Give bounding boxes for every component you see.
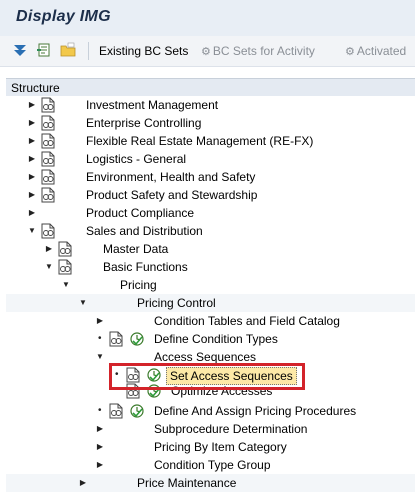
expand-arrow-icon[interactable]: ▶ xyxy=(95,420,105,438)
expand-arrow-icon[interactable]: ▶ xyxy=(95,312,105,330)
structure-label: Structure xyxy=(11,81,60,95)
bc-set-icon: ⚙ xyxy=(345,46,355,58)
annotation-highlight-box xyxy=(109,363,305,390)
execute-clock-icon[interactable] xyxy=(130,404,144,418)
documentation-icon[interactable] xyxy=(41,169,55,185)
tree-label: Define Condition Types xyxy=(154,332,278,346)
tree-label: Pricing By Item Category xyxy=(154,440,287,454)
expand-arrow-icon[interactable]: ▶ xyxy=(95,456,105,474)
collapse-arrow-icon[interactable]: ▼ xyxy=(61,276,71,294)
activated-button[interactable]: ⚙ Activated xyxy=(345,44,406,58)
documentation-icon[interactable] xyxy=(41,187,55,203)
tree-label: Access Sequences xyxy=(154,350,257,364)
tree-label: Price Maintenance xyxy=(137,476,237,490)
collapse-arrow-icon[interactable]: ▼ xyxy=(27,222,37,240)
toolbar-separator xyxy=(88,42,89,60)
tree-label: Condition Tables and Field Catalog xyxy=(154,314,340,328)
tree-row-subprocedure-determination[interactable]: ▶ Subprocedure Determination xyxy=(6,420,415,438)
where-used-icon[interactable] xyxy=(36,42,52,58)
expand-arrow-icon[interactable]: ▶ xyxy=(27,132,37,150)
tree-label: Product Safety and Stewardship xyxy=(86,188,258,202)
tree-row-product-compliance[interactable]: ▶ Product Compliance xyxy=(6,204,415,222)
documentation-icon[interactable] xyxy=(41,115,55,131)
documentation-icon[interactable] xyxy=(109,331,123,347)
tree-row-logistics-general[interactable]: ▶ Logistics - General xyxy=(6,150,415,168)
activated-label: Activated xyxy=(356,44,407,58)
bc-set-icon: ⚙ xyxy=(201,46,211,58)
tree-row-environment-health-safety[interactable]: ▶ Environment, Health and Safety xyxy=(6,168,415,186)
tree-label: Master Data xyxy=(103,242,169,256)
tree-label: Environment, Health and Safety xyxy=(86,170,256,184)
documentation-icon[interactable] xyxy=(41,97,55,113)
expand-arrow-icon[interactable]: ▶ xyxy=(27,168,37,186)
structure-header: Structure xyxy=(6,78,415,98)
documentation-icon[interactable] xyxy=(109,403,123,419)
tree-row-pricing-control[interactable]: ▼ Pricing Control xyxy=(6,294,415,312)
tree-label: Pricing Control xyxy=(137,296,216,310)
toolbar: Existing BC Sets ⚙ BC Sets for Activity ⚙… xyxy=(0,36,415,67)
expand-arrow-icon[interactable]: ▶ xyxy=(44,240,54,258)
tree-label: Subprocedure Determination xyxy=(154,422,308,436)
tree-row-enterprise-controlling[interactable]: ▶ Enterprise Controlling xyxy=(6,114,415,132)
documentation-icon[interactable] xyxy=(58,241,72,257)
collapse-arrow-icon[interactable]: ▼ xyxy=(44,258,54,276)
tree-label: Investment Management xyxy=(86,98,219,112)
tree-row-sales-distribution[interactable]: ▼ Sales and Distribution xyxy=(6,222,415,240)
tree-row-price-maintenance[interactable]: ▶ Price Maintenance xyxy=(6,474,415,492)
expand-arrow-icon[interactable]: ▶ xyxy=(27,186,37,204)
expand-all-icon[interactable] xyxy=(12,42,28,58)
tree-row-pricing[interactable]: ▼ Pricing xyxy=(6,276,415,294)
expand-arrow-icon[interactable]: ▶ xyxy=(78,474,88,492)
collapse-arrow-icon[interactable]: ▼ xyxy=(95,348,105,366)
expand-arrow-icon[interactable]: ▶ xyxy=(27,114,37,132)
documentation-icon[interactable] xyxy=(58,259,72,275)
folder-icon[interactable] xyxy=(60,42,76,58)
tree-row-flexible-real-estate[interactable]: ▶ Flexible Real Estate Management (RE-FX… xyxy=(6,132,415,150)
tree-label: Flexible Real Estate Management (RE-FX) xyxy=(86,134,314,148)
leaf-bullet: • xyxy=(98,333,102,344)
execute-clock-icon[interactable] xyxy=(130,332,144,346)
tree-label: Condition Type Group xyxy=(154,458,271,472)
expand-arrow-icon[interactable]: ▶ xyxy=(27,96,37,114)
page-title: Display IMG xyxy=(16,8,111,25)
tree-row-master-data[interactable]: ▶ Master Data xyxy=(6,240,415,258)
tree-label: Enterprise Controlling xyxy=(86,116,202,130)
tree-row-condition-type-group[interactable]: ▶ Condition Type Group xyxy=(6,456,415,474)
tree-label: Logistics - General xyxy=(86,152,187,166)
leaf-bullet: • xyxy=(98,405,102,416)
tree-row-pricing-by-item-category[interactable]: ▶ Pricing By Item Category xyxy=(6,438,415,456)
tree-label: Define And Assign Pricing Procedures xyxy=(154,404,357,418)
tree-label: Pricing xyxy=(120,278,157,292)
documentation-icon[interactable] xyxy=(41,223,55,239)
title-bar: Display IMG xyxy=(0,0,415,36)
tree-row-product-safety[interactable]: ▶ Product Safety and Stewardship xyxy=(6,186,415,204)
tree-row-condition-tables[interactable]: ▶ Condition Tables and Field Catalog xyxy=(6,312,415,330)
tree-label: Basic Functions xyxy=(103,260,188,274)
tree-row-basic-functions[interactable]: ▼ Basic Functions xyxy=(6,258,415,276)
tree-label: Sales and Distribution xyxy=(86,224,203,238)
existing-bc-sets-button[interactable]: Existing BC Sets xyxy=(99,44,188,58)
bc-sets-for-activity-button[interactable]: ⚙ BC Sets for Activity xyxy=(201,44,315,58)
documentation-icon[interactable] xyxy=(41,151,55,167)
expand-arrow-icon[interactable]: ▶ xyxy=(27,150,37,168)
expand-arrow-icon[interactable]: ▶ xyxy=(27,204,37,222)
tree-row-investment-management[interactable]: ▶ Investment Management xyxy=(6,96,415,114)
tree-row-define-condition-types[interactable]: • Define Condition Types xyxy=(6,330,415,348)
tree-row-define-assign-pricing[interactable]: • Define And Assign Pricing Procedures xyxy=(6,402,415,420)
tree-label: Product Compliance xyxy=(86,206,195,220)
bc-sets-for-activity-label: BC Sets for Activity xyxy=(212,44,315,58)
documentation-icon[interactable] xyxy=(41,133,55,149)
img-tree: ▶ Investment Management ▶ Enterprise Con… xyxy=(6,96,415,493)
expand-arrow-icon[interactable]: ▶ xyxy=(95,438,105,456)
collapse-arrow-icon[interactable]: ▼ xyxy=(78,294,88,312)
